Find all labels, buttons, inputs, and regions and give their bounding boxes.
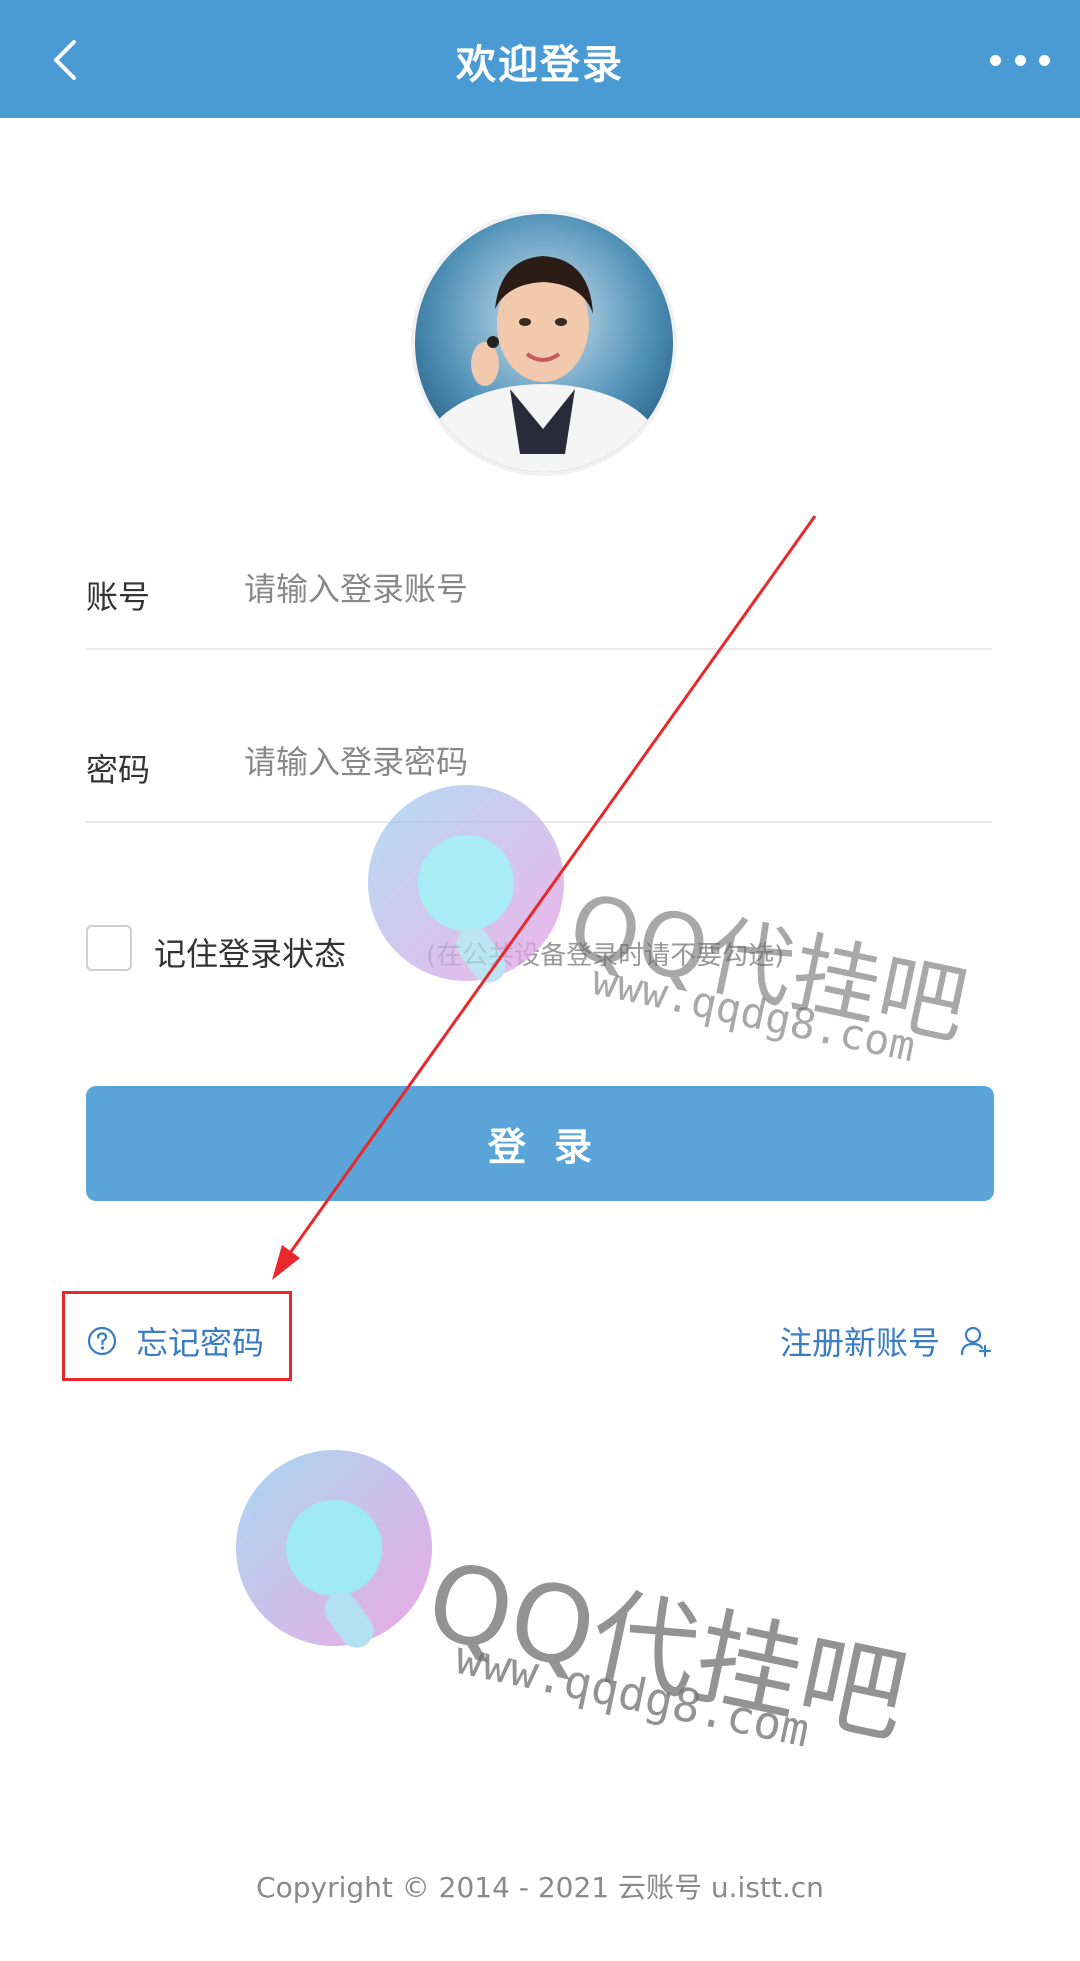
watermark-url: www.qqdg8.com	[450, 1630, 815, 1758]
watermark-brand: QQ代挂吧	[417, 1538, 918, 1760]
login-button[interactable]: 登录	[86, 1086, 994, 1201]
forgot-password-link[interactable]: 忘记密码	[86, 1318, 264, 1364]
account-field-row: 账号	[86, 528, 992, 650]
app-header: 欢迎登录	[0, 0, 1080, 118]
account-label: 账号	[86, 578, 151, 616]
password-label: 密码	[86, 751, 151, 789]
remember-hint: (在公共设备登录时请不要勾选)	[426, 941, 785, 971]
avatar-image	[415, 214, 673, 472]
add-user-icon	[960, 1326, 992, 1358]
forgot-password-label: 忘记密码	[136, 1324, 265, 1362]
account-input[interactable]	[242, 564, 946, 614]
remember-checkbox[interactable]	[86, 925, 132, 971]
page-title: 欢迎登录	[456, 42, 624, 88]
help-circle-icon	[87, 1326, 117, 1356]
avatar	[411, 210, 677, 476]
password-field-row: 密码	[86, 701, 992, 823]
watermark-logo	[236, 1450, 432, 1655]
remember-login-row: 记住登录状态 (在公共设备登录时请不要勾选)	[86, 925, 992, 975]
watermark: QQ代挂吧 www.qqdg8.com	[236, 1450, 1036, 1790]
more-horizontal-icon	[990, 54, 1001, 66]
more-button[interactable]	[990, 38, 1050, 82]
password-input[interactable]	[242, 737, 946, 787]
register-link[interactable]: 注册新账号	[780, 1318, 992, 1364]
register-label: 注册新账号	[779, 1324, 940, 1362]
remember-label[interactable]: 记住登录状态	[154, 929, 346, 975]
copyright-text: Copyright © 2014 - 2021 云账号 u.istt.cn	[256, 1871, 824, 1904]
